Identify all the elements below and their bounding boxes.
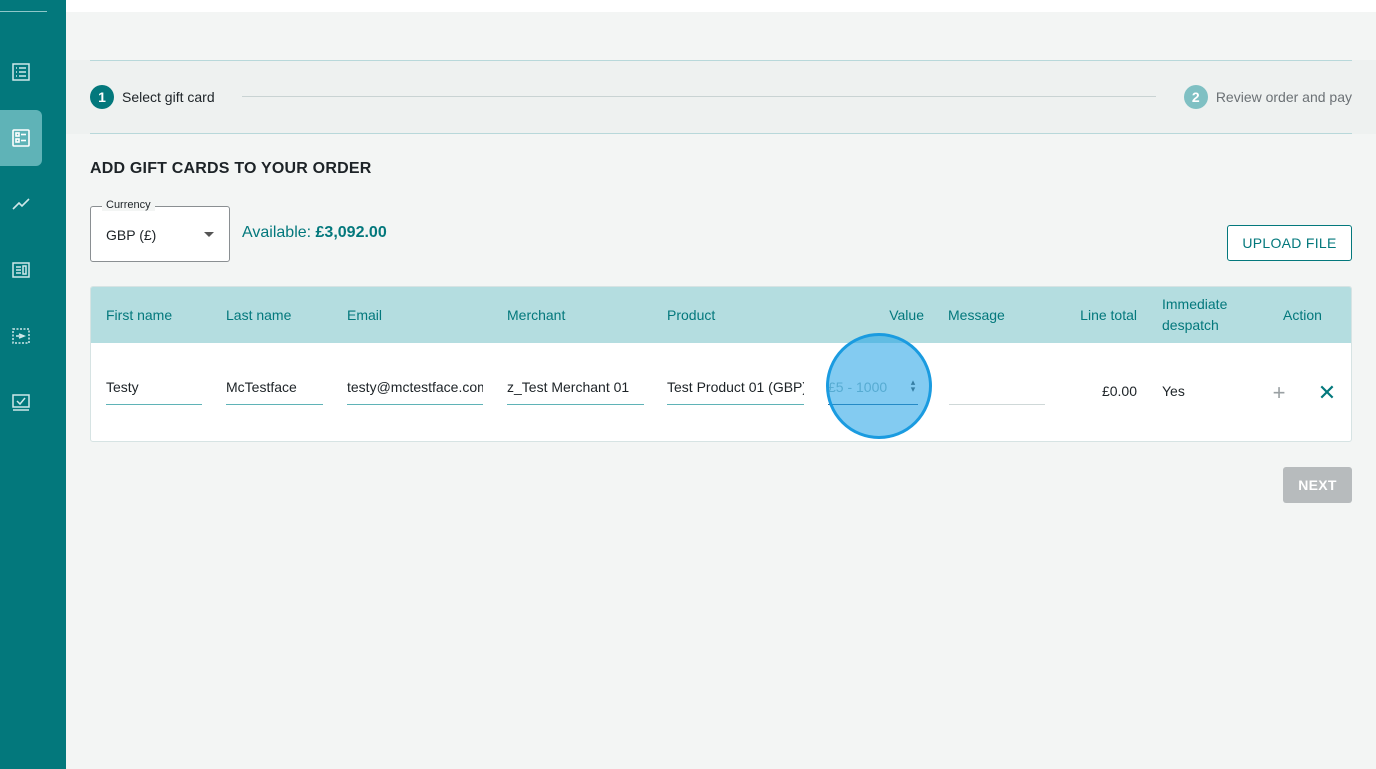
sidebar-item-analytics[interactable] — [0, 176, 42, 232]
header-first-name: First name — [106, 306, 173, 323]
top-bar — [66, 0, 1376, 12]
email-input[interactable]: testy@mctestface.com — [347, 369, 483, 405]
header-last-name: Last name — [226, 306, 292, 323]
step-number: 1 — [90, 85, 114, 109]
add-row-icon[interactable]: + — [1267, 382, 1291, 404]
stepper: 1 Select gift card 2 Review order and pa… — [66, 60, 1376, 134]
upload-file-button[interactable]: UPLOAD FILE — [1227, 225, 1352, 261]
next-button[interactable]: NEXT — [1283, 467, 1352, 503]
step-label: Review order and pay — [1215, 89, 1352, 105]
order-icon — [12, 129, 30, 147]
first-name-input[interactable]: Testy — [106, 369, 202, 405]
header-immediate-despatch: Immediate despatch — [1162, 296, 1228, 333]
header-merchant: Merchant — [507, 306, 566, 323]
value-placeholder: £5 - 1000 — [828, 378, 888, 395]
header-line-total: Line total — [1080, 306, 1137, 323]
step-connector — [242, 96, 1156, 97]
sidebar-item-transfer[interactable] — [0, 308, 42, 364]
line-total-value: £0.00 — [1101, 383, 1137, 399]
header-product: Product — [667, 306, 716, 323]
value-input[interactable]: £5 - 1000 ▴ ▾ — [828, 369, 918, 405]
header-value: Value — [889, 306, 924, 323]
sidebar-item-order[interactable] — [0, 110, 42, 166]
message-input[interactable] — [949, 369, 1045, 405]
available-label: Available: — [242, 224, 316, 241]
available-amount: £3,092.00 — [315, 224, 387, 241]
header-message: Message — [948, 306, 1005, 323]
stepper-bottom-divider — [90, 133, 1352, 134]
stepper-arrows-icon[interactable]: ▴ ▾ — [908, 378, 918, 395]
product-select[interactable]: Test Product 01 (GBP) — [667, 369, 804, 405]
available-balance: Available: £3,092.00 — [242, 224, 387, 242]
transfer-icon — [12, 328, 30, 344]
sidebar-item-tasks[interactable] — [0, 374, 42, 430]
sidebar-item-list[interactable] — [0, 44, 42, 100]
immediate-despatch-value: Yes — [1162, 383, 1185, 399]
last-name-input[interactable]: McTestface — [226, 369, 323, 405]
remove-row-icon[interactable]: ✕ — [1315, 382, 1339, 404]
step-select-gift-card: 1 Select gift card — [90, 85, 215, 109]
step-label: Select gift card — [122, 89, 215, 105]
report-icon — [12, 262, 30, 278]
checklist-icon — [12, 394, 30, 411]
currency-value: GBP (£) — [106, 227, 157, 243]
list-icon — [12, 63, 30, 81]
step-number: 2 — [1183, 85, 1208, 109]
currency-select[interactable]: Currency GBP (£) — [90, 199, 230, 262]
step-review-order: 2 Review order and pay — [1183, 85, 1352, 109]
sidebar-item-reports[interactable] — [0, 242, 42, 298]
page-title: ADD GIFT CARDS TO YOUR ORDER — [90, 160, 372, 177]
sidebar — [0, 0, 66, 769]
header-email: Email — [347, 306, 383, 323]
stepper-top-divider — [90, 60, 1352, 61]
merchant-select[interactable]: z_Test Merchant 01 — [507, 369, 644, 405]
chart-line-icon — [12, 198, 30, 210]
caret-down-icon — [204, 232, 214, 237]
currency-label: Currency — [102, 199, 155, 211]
header-action: Action — [1283, 306, 1322, 323]
gift-card-table: First name Last name Email Merchant Prod… — [90, 286, 1352, 442]
table-header: First name Last name Email Merchant Prod… — [91, 287, 1351, 343]
sidebar-divider — [0, 11, 47, 12]
